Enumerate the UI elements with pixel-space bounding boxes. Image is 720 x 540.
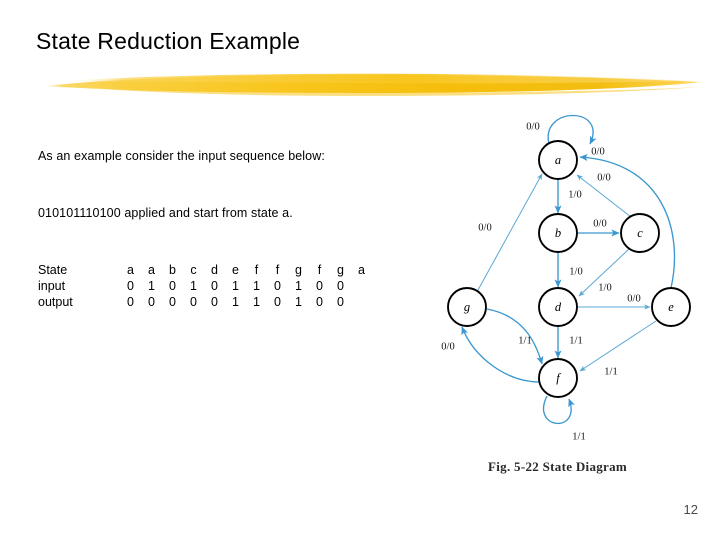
edge-label-e-a: 0/0 bbox=[591, 147, 604, 158]
output-cell: 1 bbox=[253, 295, 260, 309]
table-row-input: input 0 1 0 1 0 1 1 0 1 0 0 bbox=[38, 278, 372, 294]
state-node-d[interactable]: d bbox=[538, 287, 578, 327]
input-cell: 0 bbox=[169, 279, 176, 293]
output-cell: 0 bbox=[211, 295, 218, 309]
edge-label-g-a: 0/0 bbox=[478, 223, 491, 234]
input-cell: 1 bbox=[295, 279, 302, 293]
input-cell: 1 bbox=[190, 279, 197, 293]
input-cell: 0 bbox=[127, 279, 134, 293]
output-cell: 0 bbox=[190, 295, 197, 309]
input-cell: 1 bbox=[232, 279, 239, 293]
edge-label-b-c: 0/0 bbox=[593, 219, 606, 230]
intro-text: As an example consider the input sequenc… bbox=[38, 149, 325, 163]
output-cell: 1 bbox=[232, 295, 239, 309]
state-cell: a bbox=[127, 263, 134, 277]
input-cell: 0 bbox=[274, 279, 281, 293]
output-cell: 0 bbox=[274, 295, 281, 309]
input-cell: 0 bbox=[337, 279, 344, 293]
row-label-input: input bbox=[38, 279, 66, 293]
edge-a-a bbox=[547, 114, 597, 145]
edge-label-g-f: 1/1 bbox=[518, 336, 531, 347]
output-cell-empty bbox=[351, 294, 372, 310]
page-title: State Reduction Example bbox=[36, 28, 301, 54]
edge-e-f bbox=[579, 320, 657, 372]
state-node-f[interactable]: f bbox=[538, 358, 578, 398]
output-cell: 0 bbox=[337, 295, 344, 309]
state-node-c[interactable]: c bbox=[620, 213, 660, 253]
state-cell: a bbox=[148, 263, 155, 277]
state-cell: c bbox=[190, 263, 197, 277]
output-cell: 0 bbox=[169, 295, 176, 309]
state-cell: e bbox=[232, 263, 239, 277]
edge-label-d-e: 0/0 bbox=[627, 294, 640, 305]
state-node-e[interactable]: e bbox=[651, 287, 691, 327]
edge-label-f-g: 0/0 bbox=[441, 342, 454, 353]
edge-label-a-b: 1/0 bbox=[568, 190, 581, 201]
state-node-label: c bbox=[637, 226, 643, 240]
edge-label-a-a: 0/0 bbox=[526, 122, 539, 133]
state-cell: f bbox=[275, 263, 280, 277]
state-node-label: g bbox=[464, 300, 470, 314]
state-node-label: d bbox=[555, 300, 562, 314]
input-cell: 1 bbox=[253, 279, 260, 293]
edge-label-f-f: 1/1 bbox=[572, 432, 585, 443]
edge-label-c-d: 1/0 bbox=[598, 283, 611, 294]
output-cell: 1 bbox=[295, 295, 302, 309]
row-label-output: output bbox=[38, 295, 73, 309]
state-diagram-figure: a b c g d e f 0/0 1/0 0/0 1/0 0/0 1/0 0/… bbox=[412, 100, 720, 500]
input-sequence-text: 010101110100 applied and start from stat… bbox=[38, 206, 293, 220]
edge-label-d-f: 1/1 bbox=[569, 336, 582, 347]
input-cell: 1 bbox=[148, 279, 155, 293]
row-label-state: State bbox=[38, 263, 68, 277]
edge-label-c-a: 0/0 bbox=[597, 173, 610, 184]
state-cell: a bbox=[358, 263, 365, 277]
state-cell: f bbox=[254, 263, 259, 277]
output-cell: 0 bbox=[127, 295, 134, 309]
input-cell-empty bbox=[351, 278, 372, 294]
output-cell: 0 bbox=[148, 295, 155, 309]
edge-label-e-f: 1/1 bbox=[604, 367, 617, 378]
table-row-state: State a a b c d e f f g f g a bbox=[38, 262, 372, 278]
state-node-b[interactable]: b bbox=[538, 213, 578, 253]
output-cell: 0 bbox=[316, 295, 323, 309]
state-cell: f bbox=[317, 263, 322, 277]
page-number: 12 bbox=[683, 502, 698, 517]
title-divider-brushstroke bbox=[44, 73, 701, 96]
table-row-output: output 0 0 0 0 0 1 1 0 1 0 0 bbox=[38, 294, 372, 310]
edge-label-b-d: 1/0 bbox=[569, 267, 582, 278]
edge-f-f bbox=[542, 395, 575, 425]
state-cell: g bbox=[295, 263, 302, 277]
input-cell: 0 bbox=[211, 279, 218, 293]
edge-g-f bbox=[486, 308, 544, 365]
input-cell: 0 bbox=[316, 279, 323, 293]
state-cell: d bbox=[211, 263, 218, 277]
state-node-label: a bbox=[555, 153, 561, 167]
figure-caption: Fig. 5-22 State Diagram bbox=[488, 459, 628, 474]
state-node-g[interactable]: g bbox=[447, 287, 487, 327]
state-node-label: e bbox=[668, 300, 674, 314]
state-node-a[interactable]: a bbox=[538, 140, 578, 180]
state-node-label: b bbox=[555, 226, 561, 240]
state-trace-table: State a a b c d e f f g f g a input 0 1 … bbox=[38, 262, 372, 310]
state-cell: g bbox=[337, 263, 344, 277]
state-cell: b bbox=[169, 263, 176, 277]
